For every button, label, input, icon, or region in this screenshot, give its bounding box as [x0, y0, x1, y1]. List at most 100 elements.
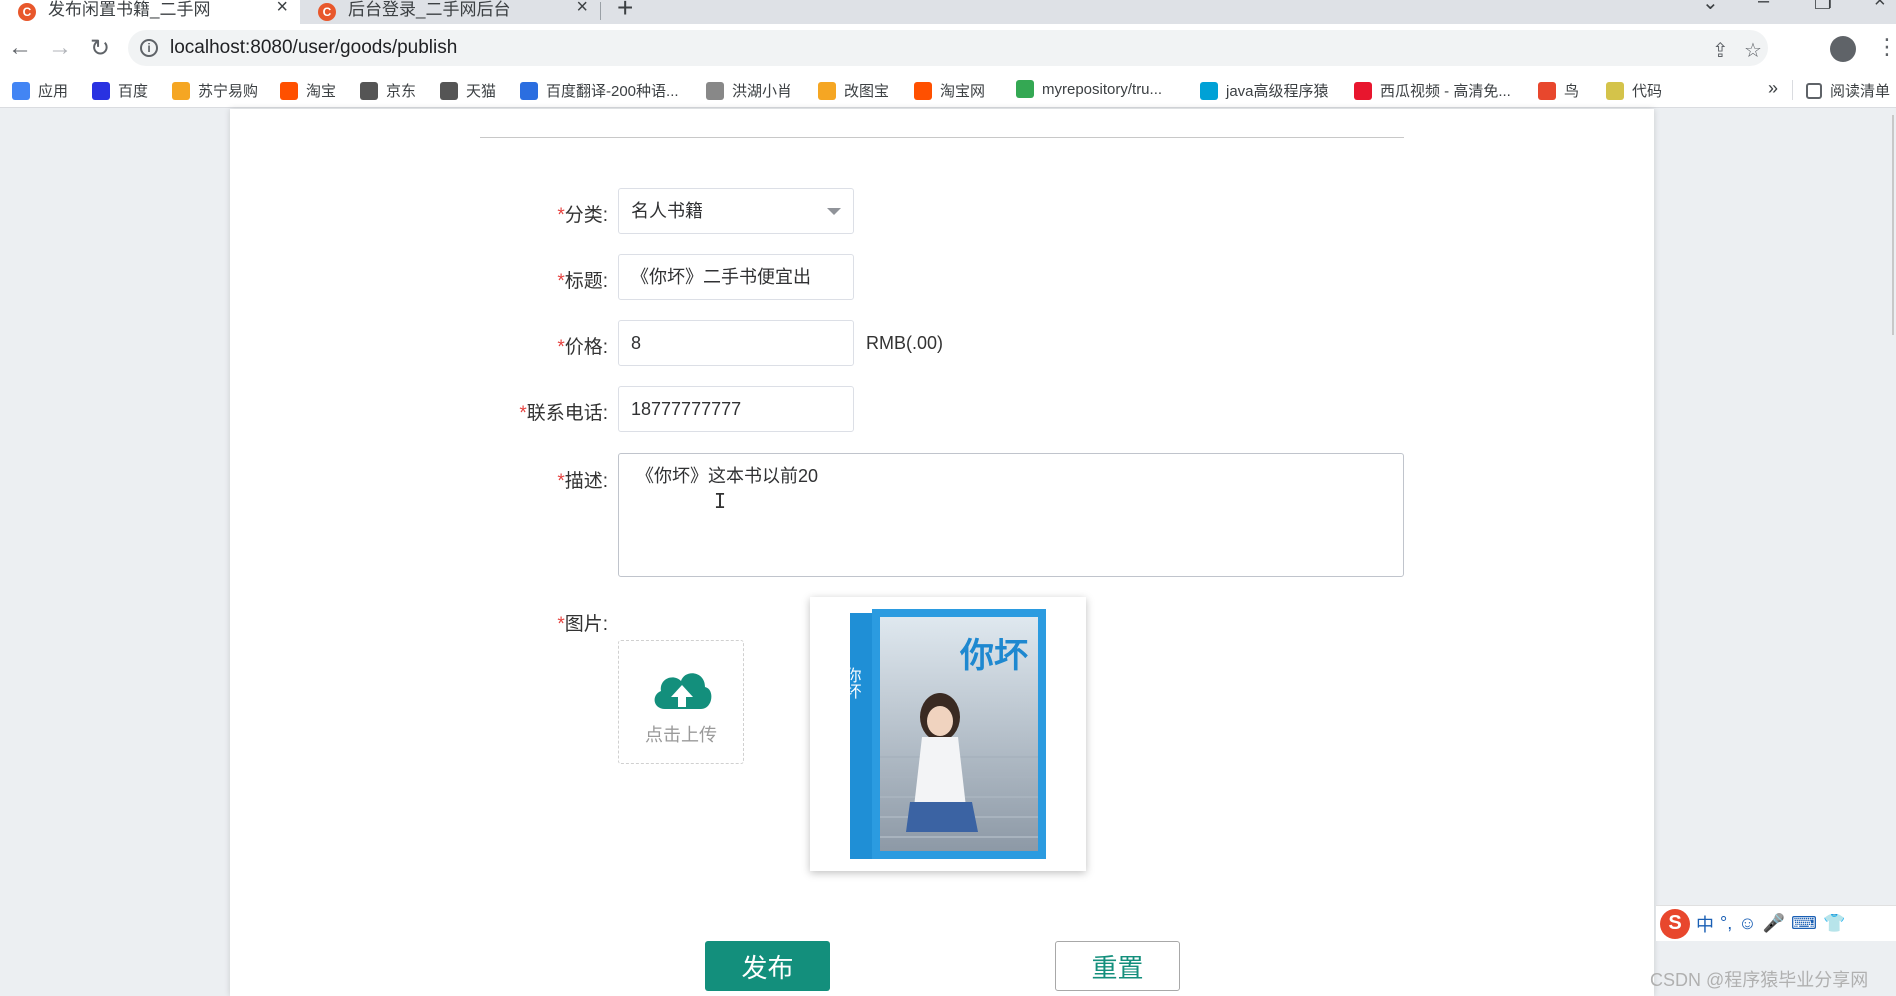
minimize-icon[interactable]: –: [1758, 0, 1769, 13]
image-label-text: 图片:: [564, 614, 608, 635]
tab-title: 发布闲置书籍_二手网: [48, 0, 211, 19]
taobao-icon: [280, 81, 298, 100]
bookmark-label: 天猫: [466, 83, 497, 100]
bookmark-item[interactable]: 淘宝: [280, 80, 336, 101]
title-label: *标题:: [408, 266, 608, 293]
bookmark-item[interactable]: 百度翻译-200种语...: [520, 80, 679, 101]
bookmark-label: 淘宝网: [940, 83, 986, 100]
code-icon: [1606, 81, 1624, 100]
bookmark-item[interactable]: java高级程序猿: [1200, 80, 1329, 101]
required-mark: *: [557, 337, 565, 358]
globe-icon: [360, 81, 378, 100]
bookmark-item[interactable]: 天猫: [440, 80, 496, 101]
share-icon[interactable]: ⇪: [1712, 38, 1729, 63]
bookmark-item[interactable]: 苏宁易购: [172, 80, 258, 101]
chrome-icon: [1016, 80, 1034, 98]
bookmark-label: 西瓜视频 - 高清免...: [1380, 83, 1511, 100]
forward-arrow-icon[interactable]: →: [46, 34, 74, 62]
publish-page: *分类: 名人书籍 *标题: 《你坏》二手书便宜出 *价格: 8 RMB(.00…: [230, 109, 1654, 996]
text-cursor-icon: I: [714, 489, 727, 513]
uploaded-image-preview[interactable]: 你坏 你坏: [810, 597, 1086, 871]
bookmark-label: 鸟: [1564, 83, 1580, 100]
bookmark-label: 京东: [386, 83, 417, 100]
bookmarks-overflow-button[interactable]: »: [1768, 78, 1778, 99]
price-unit: RMB(.00): [866, 333, 944, 353]
bookmark-label: 改图宝: [844, 83, 890, 100]
tab-strip: C 发布闲置书籍_二手网 × C 后台登录_二手网后台 × + ⌄ – ❐ ×: [0, 0, 1896, 24]
site-favicon-icon: C: [318, 3, 336, 21]
suning-icon: [172, 81, 190, 100]
publish-button[interactable]: 发布: [705, 941, 830, 991]
browser-menu-icon[interactable]: ⋮: [1876, 34, 1896, 60]
ime-skin-icon[interactable]: 👕: [1823, 913, 1845, 934]
translate-icon: [520, 81, 538, 100]
ime-keyboard-icon[interactable]: ⌨: [1791, 913, 1817, 934]
tab-admin-login[interactable]: C 后台登录_二手网后台 ×: [300, 0, 600, 24]
sogou-logo-icon[interactable]: S: [1660, 908, 1690, 939]
phone-input[interactable]: 18777777777: [618, 386, 854, 432]
restore-icon[interactable]: ❐: [1814, 0, 1832, 15]
reading-list-button[interactable]: 阅读清单: [1806, 80, 1890, 101]
bookmark-item[interactable]: 西瓜视频 - 高清免...: [1354, 80, 1511, 101]
ime-punctuation[interactable]: °,: [1720, 913, 1732, 934]
ime-chinese-mode[interactable]: 中: [1696, 911, 1714, 937]
book-title-large: 你坏: [959, 636, 1028, 676]
ime-emoji-icon[interactable]: ☺: [1738, 913, 1756, 934]
price-input[interactable]: 8: [618, 320, 854, 366]
description-textarea[interactable]: 《你坏》这本书以前20: [618, 453, 1404, 577]
feather-icon: [706, 81, 724, 100]
site-info-icon[interactable]: i: [140, 39, 158, 57]
back-arrow-icon[interactable]: ←: [6, 34, 34, 62]
bookmark-item[interactable]: 百度: [92, 80, 148, 101]
chevron-down-icon: [827, 208, 841, 215]
new-tab-button[interactable]: +: [617, 0, 633, 24]
address-bar[interactable]: i localhost:8080/user/goods/publish ⇪ ☆: [128, 30, 1768, 66]
category-label-text: 分类:: [564, 205, 608, 226]
reload-icon[interactable]: ↻: [86, 34, 114, 63]
bookmark-item[interactable]: 应用: [12, 80, 68, 101]
bookmark-star-icon[interactable]: ☆: [1744, 38, 1762, 63]
address-url[interactable]: localhost:8080/user/goods/publish: [170, 37, 457, 59]
image-upload-button[interactable]: 点击上传: [618, 640, 744, 764]
close-tab-icon[interactable]: ×: [576, 0, 588, 19]
bookmark-item[interactable]: 改图宝: [818, 80, 889, 101]
close-tab-icon[interactable]: ×: [276, 0, 288, 19]
book-spine-title: 你坏: [850, 667, 862, 699]
price-label: *价格:: [408, 332, 608, 359]
required-mark: *: [557, 205, 565, 226]
bookmark-item[interactable]: 代码: [1606, 80, 1662, 101]
tab-publish[interactable]: C 发布闲置书籍_二手网 ×: [0, 0, 300, 24]
cloud-upload-icon: [654, 673, 712, 709]
bookmark-label: 代码: [1632, 83, 1663, 100]
required-mark: *: [519, 403, 527, 424]
bookmark-label: myrepository/tru...: [1042, 80, 1163, 98]
bookmark-label: java高级程序猿: [1226, 83, 1329, 100]
upload-label: 点击上传: [645, 725, 717, 745]
phone-label: *联系电话:: [408, 398, 608, 425]
price-value: 8: [631, 333, 642, 353]
header-divider: [480, 137, 1404, 138]
bookmark-label: 百度翻译-200种语...: [546, 83, 679, 100]
close-window-icon[interactable]: ×: [1874, 0, 1886, 13]
bookmark-item[interactable]: 鸟: [1538, 80, 1579, 101]
book-cover-image: 你坏 你坏: [850, 609, 1046, 859]
baidu-paw-icon: [92, 81, 110, 100]
ime-voice-icon[interactable]: 🎤: [1763, 913, 1785, 934]
scrollbar[interactable]: [1892, 115, 1894, 335]
category-select[interactable]: 名人书籍: [618, 188, 854, 234]
phone-label-text: 联系电话:: [526, 403, 608, 424]
browser-toolbar: ← → ↻ i localhost:8080/user/goods/publis…: [0, 24, 1896, 72]
bookmarks-bar: 代码 鸟 西瓜视频 - 高清免... java高级程序猿 myrepository/tr…: [0, 72, 1896, 108]
tab-search-icon[interactable]: ⌄: [1702, 0, 1719, 15]
required-mark: *: [557, 614, 565, 635]
category-value: 名人书籍: [631, 201, 703, 221]
bookmark-item[interactable]: myrepository/tru...: [1016, 80, 1162, 98]
bookmark-item[interactable]: 京东: [360, 80, 416, 101]
bookmark-item[interactable]: 洪湖小肖: [706, 80, 792, 101]
title-input[interactable]: 《你坏》二手书便宜出: [618, 254, 854, 300]
profile-avatar-icon[interactable]: [1830, 36, 1856, 62]
bookmarks-separator: [1792, 80, 1793, 100]
reset-button[interactable]: 重置: [1055, 941, 1180, 991]
bookmark-item[interactable]: 淘宝网: [914, 80, 985, 101]
site-favicon-icon: C: [18, 3, 36, 21]
